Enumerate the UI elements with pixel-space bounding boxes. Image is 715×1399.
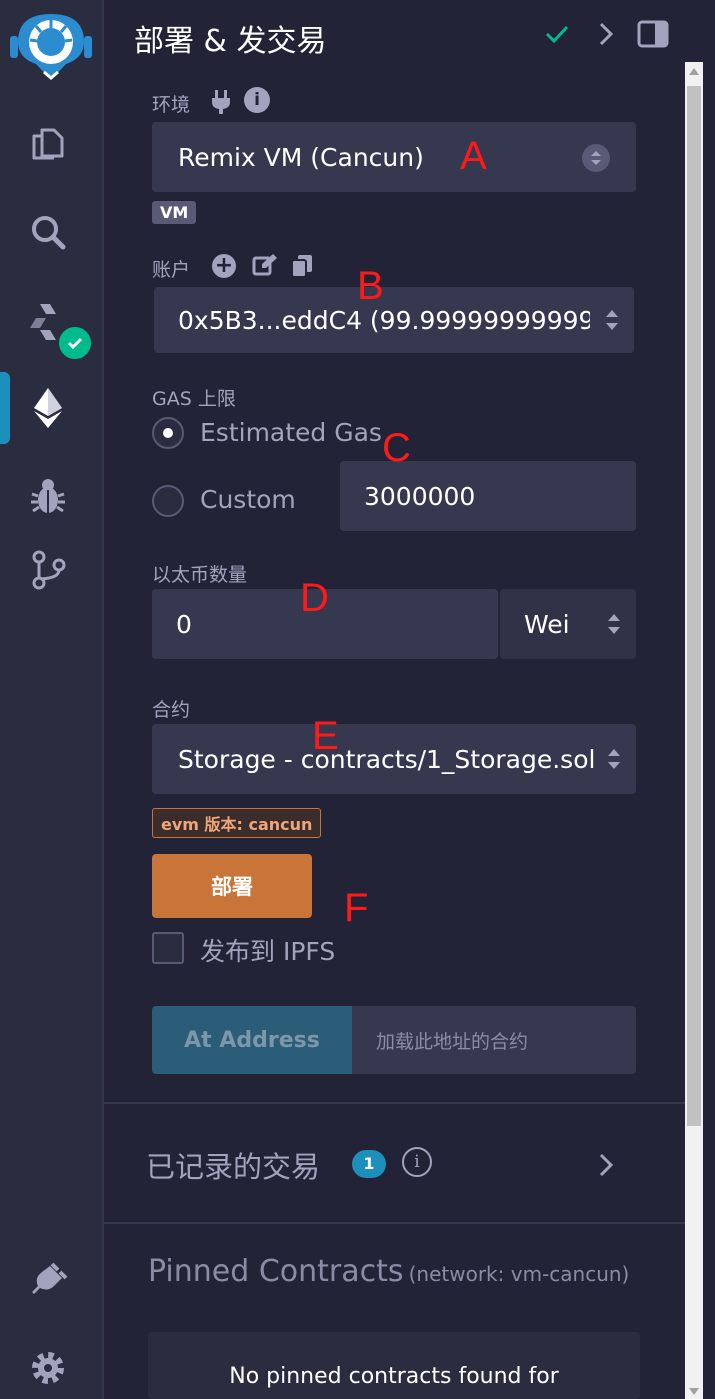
- icon-sidebar: [0, 0, 104, 1399]
- divider: [104, 1102, 685, 1104]
- pinned-contracts-heading: Pinned Contracts (network: vm-cancun): [148, 1254, 629, 1289]
- at-address-button[interactable]: At Address: [152, 1006, 352, 1074]
- deploy-run-icon[interactable]: [22, 382, 74, 434]
- panel-toggle-icon[interactable]: [636, 16, 670, 52]
- recorded-count-badge: 1: [352, 1150, 386, 1178]
- unit-select[interactable]: Wei: [500, 589, 636, 659]
- select-arrows-icon: [606, 310, 618, 330]
- contract-select[interactable]: Storage - contracts/1_Storage.sol: [152, 724, 636, 794]
- scroll-down-icon[interactable]: [689, 1388, 699, 1395]
- copy-icon[interactable]: [290, 253, 314, 283]
- compiled-check-icon: [56, 324, 94, 362]
- info-icon[interactable]: i: [244, 87, 270, 113]
- account-select[interactable]: 0x5B3...eddC4 (99.9999999999997: [154, 287, 634, 353]
- account-value: 0x5B3...eddC4 (99.9999999999997: [178, 305, 590, 335]
- plugin-manager-icon[interactable]: [22, 1254, 74, 1306]
- annotation-d: D: [300, 576, 329, 620]
- edit-icon[interactable]: [252, 252, 278, 282]
- annotation-f: F: [344, 886, 369, 930]
- vm-badge: VM: [152, 201, 197, 224]
- pinned-contracts-box: No pinned contracts found for: [148, 1332, 640, 1399]
- custom-gas-label: Custom: [200, 485, 296, 514]
- info-icon[interactable]: i: [402, 1147, 432, 1177]
- scroll-up-icon[interactable]: [689, 68, 699, 75]
- pinned-network: (network: vm-cancun): [408, 1262, 630, 1286]
- chevron-right-icon[interactable]: [596, 16, 616, 52]
- plug-icon: [210, 88, 232, 118]
- add-account-icon[interactable]: +: [212, 254, 236, 278]
- settings-icon[interactable]: [22, 1342, 74, 1394]
- publish-ipfs-checkbox[interactable]: [152, 932, 184, 964]
- estimated-gas-label: Estimated Gas: [200, 418, 382, 447]
- annotation-c: C: [382, 426, 411, 470]
- annotation-e: E: [312, 714, 339, 758]
- no-pinned-text: No pinned contracts found for: [229, 1364, 559, 1389]
- environment-select[interactable]: Remix VM (Cancun): [152, 122, 636, 192]
- environment-label: 环境: [152, 94, 191, 116]
- gas-limit-input[interactable]: 3000000: [340, 461, 636, 531]
- scrollbar-thumb[interactable]: [687, 86, 701, 1126]
- contract-label: 合约: [152, 699, 191, 721]
- contract-value: Storage - contracts/1_Storage.sol: [178, 744, 596, 774]
- publish-ipfs-label: 发布到 IPFS: [200, 937, 336, 966]
- at-address-input[interactable]: 加载此地址的合约: [352, 1006, 636, 1074]
- pinned-contracts-title: Pinned Contracts: [148, 1254, 404, 1289]
- unit-value: Wei: [524, 609, 570, 639]
- account-label: 账户: [152, 259, 191, 281]
- active-indicator: [0, 372, 10, 444]
- divider: [104, 1222, 685, 1224]
- custom-gas-radio[interactable]: [152, 485, 184, 517]
- select-arrows-icon: [608, 749, 620, 769]
- file-explorer-icon[interactable]: [22, 118, 74, 170]
- deploy-run-panel: 部署 & 发交易 环境 i Remix VM (Cancun) VM 账户 + …: [104, 0, 715, 1399]
- select-arrows-icon: [582, 144, 610, 172]
- debugger-icon[interactable]: [22, 470, 74, 522]
- page-title: 部署 & 发交易: [134, 24, 327, 59]
- annotation-b: B: [357, 264, 384, 308]
- annotation-a: A: [460, 134, 487, 178]
- gas-limit-label: GAS 上限: [152, 388, 236, 410]
- check-icon: [542, 16, 572, 52]
- deploy-button[interactable]: 部署: [152, 854, 312, 918]
- value-label: 以太币数量: [152, 564, 248, 586]
- remix-logo-icon[interactable]: [8, 6, 94, 86]
- select-arrows-icon: [608, 614, 620, 634]
- chevron-right-icon[interactable]: [598, 1152, 614, 1182]
- git-icon[interactable]: [22, 544, 74, 596]
- search-icon[interactable]: [22, 206, 74, 258]
- scrollbar[interactable]: [685, 62, 703, 1399]
- estimated-gas-radio[interactable]: [152, 417, 184, 449]
- radio-dot: [163, 428, 173, 438]
- environment-value: Remix VM (Cancun): [178, 142, 424, 172]
- evm-version-badge: evm 版本: cancun: [152, 808, 322, 838]
- recorded-transactions-title[interactable]: 已记录的交易: [146, 1144, 320, 1186]
